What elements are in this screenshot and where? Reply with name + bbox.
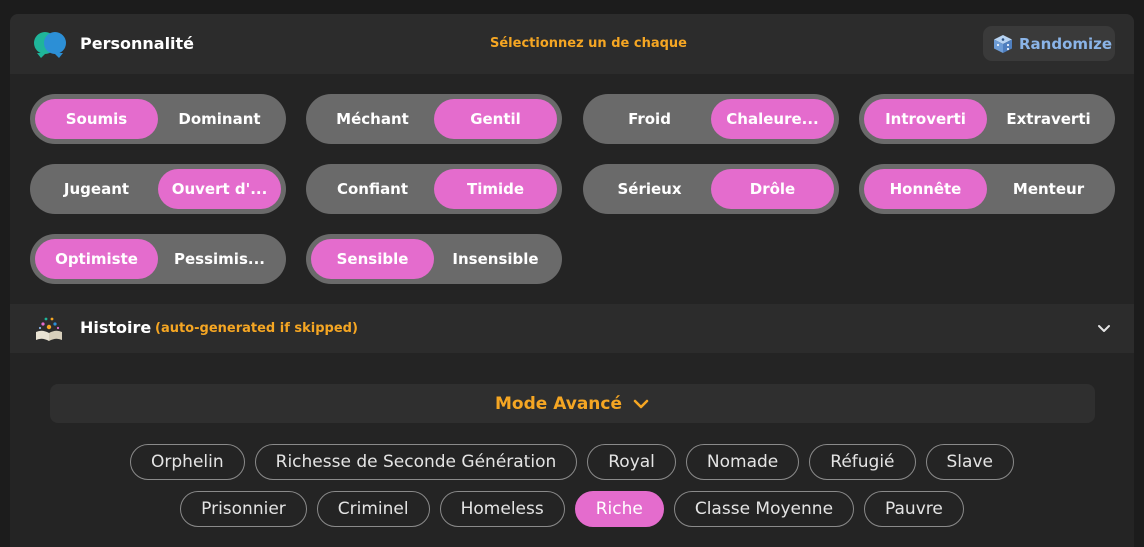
trait-toggle: Sérieux Drôle xyxy=(583,164,839,214)
background-chip[interactable]: Criminel xyxy=(316,491,430,527)
trait-option[interactable]: Gentil xyxy=(434,99,557,139)
trait-toggle: Sensible Insensible xyxy=(306,234,562,284)
trait-option[interactable]: Extraverti xyxy=(987,99,1110,139)
histoire-subtitle: (auto-generated if skipped) xyxy=(155,321,358,336)
trait-option[interactable]: Timide xyxy=(434,169,557,209)
trait-toggle: Confiant Timide xyxy=(306,164,562,214)
trait-toggle: Soumis Dominant xyxy=(30,94,286,144)
background-chip[interactable]: Pauvre xyxy=(864,491,964,527)
trait-option[interactable]: Sensible xyxy=(311,239,434,279)
advanced-mode-button[interactable]: Mode Avancé xyxy=(50,384,1095,423)
trait-toggle: Froid Chaleure... xyxy=(583,94,839,144)
background-chip[interactable]: Classe Moyenne xyxy=(673,491,855,527)
trait-toggle: Honnête Menteur xyxy=(859,164,1115,214)
trait-option[interactable]: Menteur xyxy=(987,169,1110,209)
trait-toggle: Méchant Gentil xyxy=(306,94,562,144)
trait-option[interactable]: Jugeant xyxy=(35,169,158,209)
trait-option[interactable]: Soumis xyxy=(35,99,158,139)
trait-toggle: Jugeant Ouvert d'... xyxy=(30,164,286,214)
background-chip[interactable]: Homeless xyxy=(439,491,565,527)
background-chip[interactable]: Réfugié xyxy=(809,444,916,480)
trait-option[interactable]: Sérieux xyxy=(588,169,711,209)
background-chip[interactable]: Riche xyxy=(574,491,664,527)
trait-option[interactable]: Confiant xyxy=(311,169,434,209)
dice-icon xyxy=(994,34,1012,53)
randomize-label: Randomize xyxy=(1019,34,1113,53)
histoire-section-toggle[interactable]: Histoire (auto-generated if skipped) xyxy=(10,304,1134,353)
trait-toggle: Optimiste Pessimis... xyxy=(30,234,286,284)
background-chip-row: Orphelin Richesse de Seconde Génération … xyxy=(10,444,1134,480)
personality-hint: Sélectionnez un de chaque xyxy=(490,36,687,51)
trait-option[interactable]: Froid xyxy=(588,99,711,139)
personality-header: Personnalité Sélectionnez un de chaque R… xyxy=(10,14,1134,74)
personality-title: Personnalité xyxy=(80,34,195,53)
chevron-down-icon xyxy=(633,399,649,408)
trait-option[interactable]: Honnête xyxy=(864,169,987,209)
background-chip[interactable]: Richesse de Seconde Génération xyxy=(254,444,578,480)
trait-option[interactable]: Drôle xyxy=(711,169,834,209)
background-chip[interactable]: Prisonnier xyxy=(180,491,307,527)
trait-option[interactable]: Introverti xyxy=(864,99,987,139)
trait-option[interactable]: Pessimis... xyxy=(158,239,281,279)
chevron-down-icon xyxy=(1098,325,1110,332)
background-chip-row: Prisonnier Criminel Homeless Riche Class… xyxy=(10,491,1134,527)
trait-toggle: Introverti Extraverti xyxy=(859,94,1115,144)
advanced-mode-label: Mode Avancé xyxy=(494,393,623,414)
trait-toggle-grid: Soumis Dominant Méchant Gentil Froid Cha… xyxy=(10,74,1134,304)
background-chip[interactable]: Royal xyxy=(587,444,676,480)
trait-option[interactable]: Optimiste xyxy=(35,239,158,279)
histoire-title: Histoire xyxy=(80,318,152,337)
trait-option[interactable]: Ouvert d'... xyxy=(158,169,281,209)
personality-heads-icon xyxy=(34,32,66,58)
trait-option[interactable]: Chaleure... xyxy=(711,99,834,139)
open-book-icon xyxy=(36,317,62,341)
background-chip[interactable]: Nomade xyxy=(685,444,800,480)
randomize-button[interactable]: Randomize xyxy=(983,26,1115,61)
trait-option[interactable]: Méchant xyxy=(311,99,434,139)
background-chip[interactable]: Orphelin xyxy=(130,444,245,480)
background-chip[interactable]: Slave xyxy=(925,444,1014,480)
trait-option[interactable]: Insensible xyxy=(434,239,557,279)
trait-option[interactable]: Dominant xyxy=(158,99,281,139)
character-panel: Personnalité Sélectionnez un de chaque R… xyxy=(10,14,1134,547)
